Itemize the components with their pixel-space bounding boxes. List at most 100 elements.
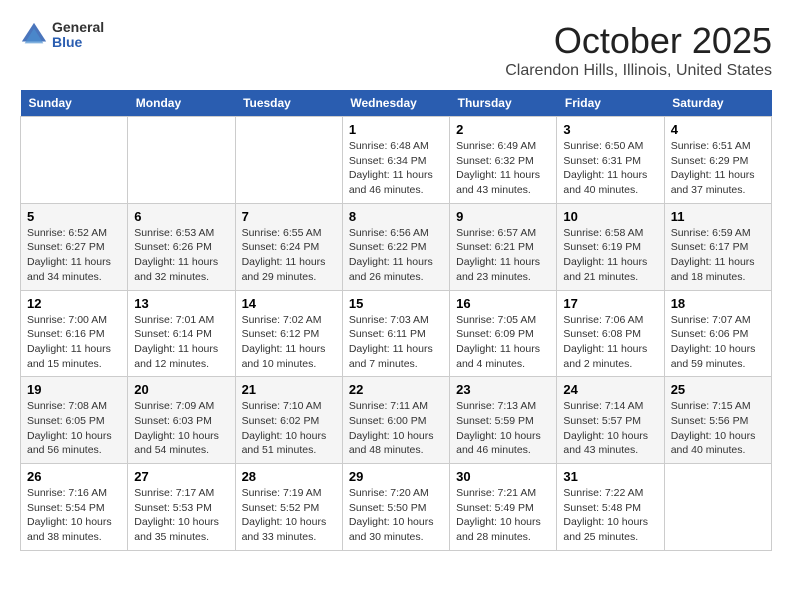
date-number: 2 (456, 122, 550, 137)
cell-info: Sunrise: 6:55 AMSunset: 6:24 PMDaylight:… (242, 227, 326, 283)
date-number: 14 (242, 296, 336, 311)
cell-info: Sunrise: 6:52 AMSunset: 6:27 PMDaylight:… (27, 227, 111, 283)
date-number: 11 (671, 209, 765, 224)
calendar-cell (21, 117, 128, 204)
calendar-cell: 16 Sunrise: 7:05 AMSunset: 6:09 PMDayligh… (450, 290, 557, 377)
date-number: 27 (134, 469, 228, 484)
calendar-cell: 7Sunrise: 6:55 AMSunset: 6:24 PMDaylight… (235, 203, 342, 290)
calendar-cell: 8 Sunrise: 6:56 AMSunset: 6:22 PMDaylight… (342, 203, 449, 290)
location: Clarendon Hills, Illinois, United States (505, 62, 772, 80)
cell-info: Sunrise: 7:11 AMSunset: 6:00 PMDaylight:… (349, 400, 434, 456)
calendar-cell: 10Sunrise: 6:58 AMSunset: 6:19 PMDayligh… (557, 203, 664, 290)
month-title: October 2025 (505, 20, 772, 62)
header-row: SundayMondayTuesdayWednesdayThursdayFrid… (21, 90, 772, 117)
logo-text: General Blue (52, 20, 104, 51)
date-number: 16 (456, 296, 550, 311)
calendar-cell: 9 Sunrise: 6:57 AMSunset: 6:21 PMDaylight… (450, 203, 557, 290)
cell-info: Sunrise: 7:00 AMSunset: 6:16 PMDaylight:… (27, 314, 111, 370)
day-header-friday: Friday (557, 90, 664, 117)
cell-info: Sunrise: 7:14 AMSunset: 5:57 PMDaylight:… (563, 400, 648, 456)
cell-info: Sunrise: 7:05 AMSunset: 6:09 PMDaylight:… (456, 314, 540, 370)
cell-info: Sunrise: 7:16 AMSunset: 5:54 PMDaylight:… (27, 487, 112, 543)
date-number: 22 (349, 382, 443, 397)
week-row-3: 12Sunrise: 7:00 AMSunset: 6:16 PMDayligh… (21, 290, 772, 377)
cell-info: Sunrise: 6:58 AMSunset: 6:19 PMDaylight:… (563, 227, 647, 283)
day-header-tuesday: Tuesday (235, 90, 342, 117)
cell-info: Sunrise: 7:20 AMSunset: 5:50 PMDaylight:… (349, 487, 434, 543)
date-number: 17 (563, 296, 657, 311)
cell-info: Sunrise: 7:17 AMSunset: 5:53 PMDaylight:… (134, 487, 219, 543)
cell-info: Sunrise: 7:13 AMSunset: 5:59 PMDaylight:… (456, 400, 541, 456)
calendar-cell: 3 Sunrise: 6:50 AMSunset: 6:31 PMDaylight… (557, 117, 664, 204)
calendar-cell: 29Sunrise: 7:20 AMSunset: 5:50 PMDayligh… (342, 464, 449, 551)
date-number: 9 (456, 209, 550, 224)
cell-info: Sunrise: 6:53 AMSunset: 6:26 PMDaylight:… (134, 227, 218, 283)
calendar-cell: 11 Sunrise: 6:59 AMSunset: 6:17 PMDayligh… (664, 203, 771, 290)
calendar-cell (128, 117, 235, 204)
calendar-cell: 2 Sunrise: 6:49 AMSunset: 6:32 PMDaylight… (450, 117, 557, 204)
cell-info: Sunrise: 6:59 AMSunset: 6:17 PMDaylight:… (671, 227, 755, 283)
title-block: October 2025 Clarendon Hills, Illinois, … (505, 20, 772, 80)
cell-info: Sunrise: 6:57 AMSunset: 6:21 PMDaylight:… (456, 227, 540, 283)
date-number: 28 (242, 469, 336, 484)
cell-info: Sunrise: 7:21 AMSunset: 5:49 PMDaylight:… (456, 487, 541, 543)
calendar-cell: 5 Sunrise: 6:52 AMSunset: 6:27 PMDaylight… (21, 203, 128, 290)
cell-info: Sunrise: 6:49 AMSunset: 6:32 PMDaylight:… (456, 140, 540, 196)
date-number: 4 (671, 122, 765, 137)
cell-info: Sunrise: 6:56 AMSunset: 6:22 PMDaylight:… (349, 227, 433, 283)
logo-blue: Blue (52, 35, 104, 50)
cell-info: Sunrise: 7:10 AMSunset: 6:02 PMDaylight:… (242, 400, 327, 456)
calendar-cell: 20Sunrise: 7:09 AMSunset: 6:03 PMDayligh… (128, 377, 235, 464)
calendar-cell: 28Sunrise: 7:19 AMSunset: 5:52 PMDayligh… (235, 464, 342, 551)
date-number: 20 (134, 382, 228, 397)
cell-info: Sunrise: 6:50 AMSunset: 6:31 PMDaylight:… (563, 140, 647, 196)
logo-icon (20, 21, 48, 49)
calendar-cell (664, 464, 771, 551)
cell-info: Sunrise: 7:06 AMSunset: 6:08 PMDaylight:… (563, 314, 647, 370)
calendar-cell: 25 Sunrise: 7:15 AMSunset: 5:56 PMDayligh… (664, 377, 771, 464)
date-number: 6 (134, 209, 228, 224)
calendar-cell: 14Sunrise: 7:02 AMSunset: 6:12 PMDayligh… (235, 290, 342, 377)
calendar-cell: 31 Sunrise: 7:22 AMSunset: 5:48 PMDayligh… (557, 464, 664, 551)
date-number: 15 (349, 296, 443, 311)
calendar-cell: 6 Sunrise: 6:53 AMSunset: 6:26 PMDaylight… (128, 203, 235, 290)
day-header-monday: Monday (128, 90, 235, 117)
date-number: 26 (27, 469, 121, 484)
calendar-cell: 15 Sunrise: 7:03 AMSunset: 6:11 PMDayligh… (342, 290, 449, 377)
page-header: General Blue October 2025 Clarendon Hill… (20, 20, 772, 80)
calendar-cell: 4 Sunrise: 6:51 AMSunset: 6:29 PMDaylight… (664, 117, 771, 204)
date-number: 3 (563, 122, 657, 137)
date-number: 23 (456, 382, 550, 397)
calendar-cell: 22 Sunrise: 7:11 AMSunset: 6:00 PMDayligh… (342, 377, 449, 464)
week-row-1: 1 Sunrise: 6:48 AMSunset: 6:34 PMDaylight… (21, 117, 772, 204)
cell-info: Sunrise: 6:51 AMSunset: 6:29 PMDaylight:… (671, 140, 755, 196)
week-row-4: 19Sunrise: 7:08 AMSunset: 6:05 PMDayligh… (21, 377, 772, 464)
calendar-cell: 18 Sunrise: 7:07 AMSunset: 6:06 PMDayligh… (664, 290, 771, 377)
date-number: 1 (349, 122, 443, 137)
day-header-wednesday: Wednesday (342, 90, 449, 117)
calendar-cell: 19Sunrise: 7:08 AMSunset: 6:05 PMDayligh… (21, 377, 128, 464)
week-row-5: 26 Sunrise: 7:16 AMSunset: 5:54 PMDayligh… (21, 464, 772, 551)
cell-info: Sunrise: 7:22 AMSunset: 5:48 PMDaylight:… (563, 487, 648, 543)
calendar-cell: 21 Sunrise: 7:10 AMSunset: 6:02 PMDayligh… (235, 377, 342, 464)
day-header-saturday: Saturday (664, 90, 771, 117)
cell-info: Sunrise: 7:03 AMSunset: 6:11 PMDaylight:… (349, 314, 433, 370)
cell-info: Sunrise: 7:08 AMSunset: 6:05 PMDaylight:… (27, 400, 112, 456)
week-row-2: 5 Sunrise: 6:52 AMSunset: 6:27 PMDaylight… (21, 203, 772, 290)
date-number: 21 (242, 382, 336, 397)
calendar-cell: 30Sunrise: 7:21 AMSunset: 5:49 PMDayligh… (450, 464, 557, 551)
logo-general: General (52, 20, 104, 35)
date-number: 25 (671, 382, 765, 397)
date-number: 24 (563, 382, 657, 397)
date-number: 8 (349, 209, 443, 224)
date-number: 31 (563, 469, 657, 484)
cell-info: Sunrise: 7:07 AMSunset: 6:06 PMDaylight:… (671, 314, 756, 370)
calendar-cell: 1 Sunrise: 6:48 AMSunset: 6:34 PMDaylight… (342, 117, 449, 204)
logo: General Blue (20, 20, 104, 51)
date-number: 13 (134, 296, 228, 311)
date-number: 18 (671, 296, 765, 311)
cell-info: Sunrise: 7:01 AMSunset: 6:14 PMDaylight:… (134, 314, 218, 370)
cell-info: Sunrise: 6:48 AMSunset: 6:34 PMDaylight:… (349, 140, 433, 196)
date-number: 5 (27, 209, 121, 224)
cell-info: Sunrise: 7:15 AMSunset: 5:56 PMDaylight:… (671, 400, 756, 456)
